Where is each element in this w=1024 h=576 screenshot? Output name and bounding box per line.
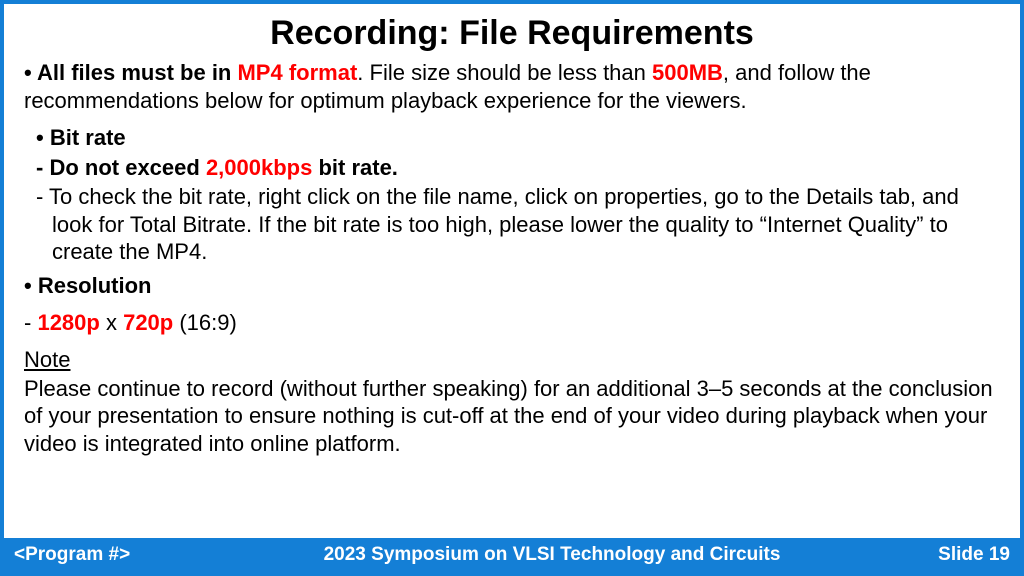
text: Do not exceed bbox=[49, 155, 205, 180]
text: To check the bit rate, right click on th… bbox=[49, 184, 959, 264]
intro-line: • All files must be in MP4 format. File … bbox=[24, 59, 1000, 114]
note-body: Please continue to record (without furth… bbox=[24, 375, 1000, 458]
bitrate-line-2: - To check the bit rate, right click on … bbox=[24, 183, 1000, 266]
text: bit rate. bbox=[312, 155, 398, 180]
dash: - bbox=[36, 184, 49, 209]
footer-slide-number: Slide 19 bbox=[890, 544, 1010, 566]
footer-event-title: 2023 Symposium on VLSI Technology and Ci… bbox=[214, 544, 890, 566]
res-width: 1280p bbox=[37, 310, 99, 335]
note-heading: Note bbox=[24, 347, 1000, 373]
bitrate-line-1: - Do not exceed 2,000kbps bit rate. bbox=[24, 154, 1000, 182]
file-size-limit: 500MB bbox=[652, 60, 723, 85]
footer-program-number: <Program #> bbox=[14, 544, 214, 566]
aspect-ratio: (16:9) bbox=[173, 310, 237, 335]
text: Bit rate bbox=[50, 125, 126, 150]
text: . File size should be less than bbox=[357, 60, 652, 85]
res-height: 720p bbox=[123, 310, 173, 335]
resolution-line: - 1280p x 720p (16:9) bbox=[24, 309, 1000, 337]
text: x bbox=[100, 310, 123, 335]
text: All files must be in bbox=[37, 60, 237, 85]
slide-footer: <Program #> 2023 Symposium on VLSI Techn… bbox=[4, 538, 1020, 572]
bitrate-heading: • Bit rate bbox=[24, 124, 1000, 152]
mp4-format: MP4 format bbox=[237, 60, 357, 85]
resolution-heading: • Resolution bbox=[24, 272, 1000, 300]
dash: - bbox=[24, 310, 37, 335]
slide-title: Recording: File Requirements bbox=[24, 14, 1000, 53]
bullet: • bbox=[24, 273, 38, 298]
slide-content: Recording: File Requirements • All files… bbox=[4, 4, 1020, 538]
bullet: • bbox=[24, 60, 37, 85]
text: Resolution bbox=[38, 273, 152, 298]
slide-container: Recording: File Requirements • All files… bbox=[0, 0, 1024, 576]
bitrate-value: 2,000kbps bbox=[206, 155, 312, 180]
dash: - bbox=[36, 155, 49, 180]
bullet: • bbox=[36, 125, 50, 150]
